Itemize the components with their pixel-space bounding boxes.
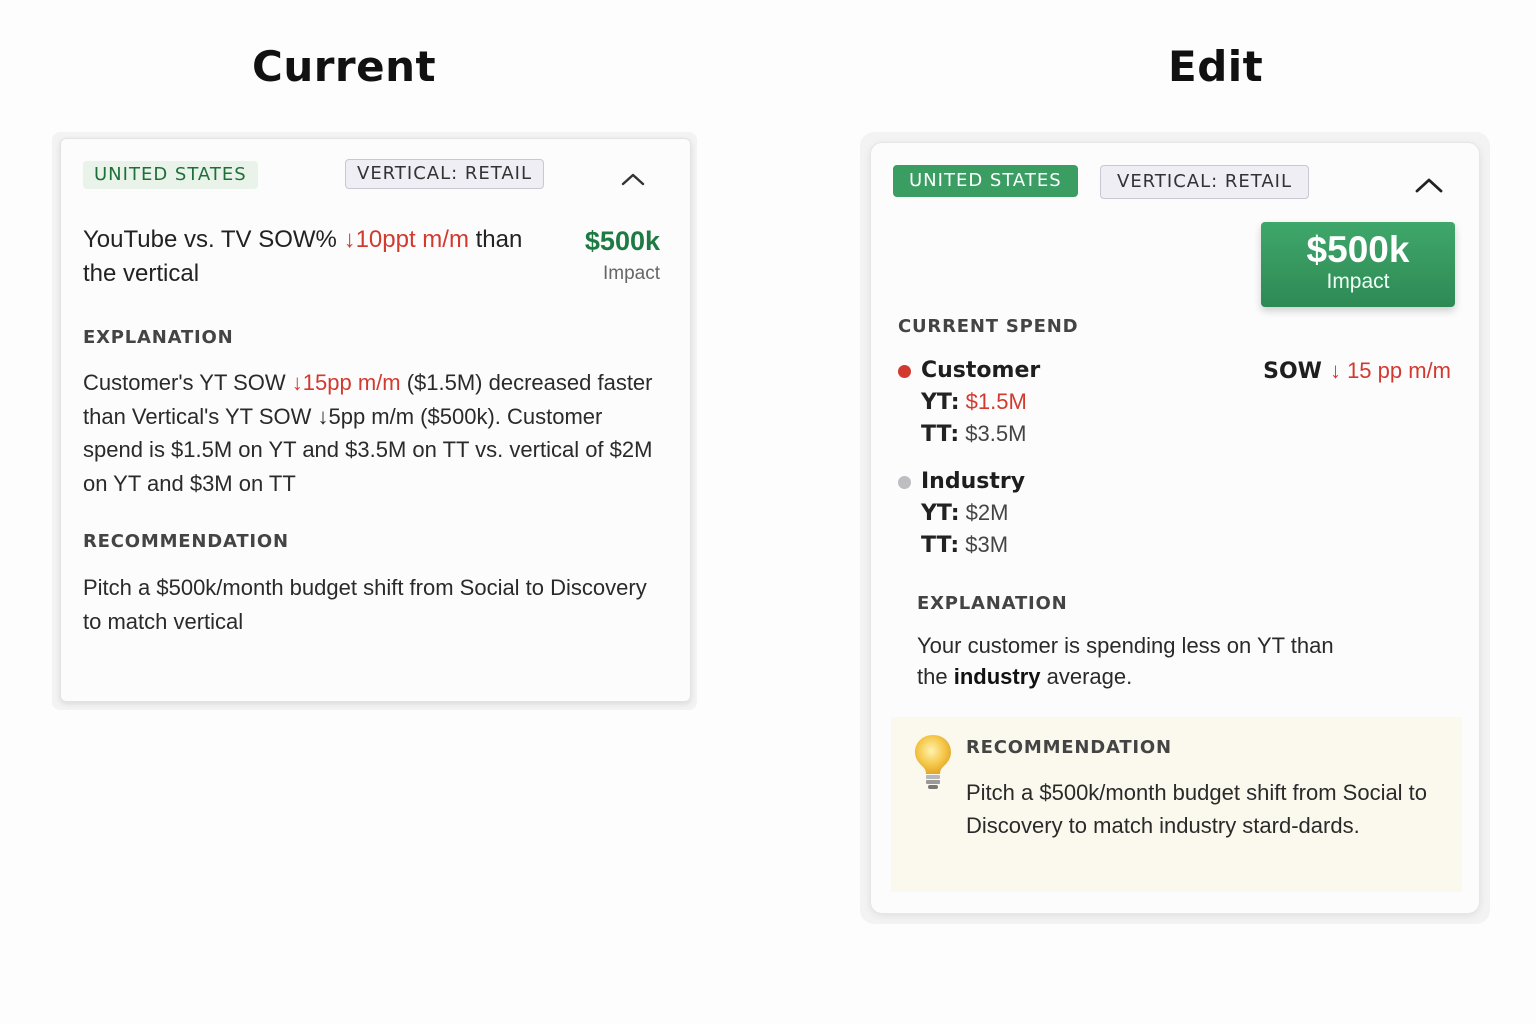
current-spend-label: CURRENT SPEND [898, 316, 1079, 337]
customer-yt-value: $1.5M [965, 389, 1027, 414]
industry-spend: Industry YT: $2M TT: $3M [898, 467, 1198, 561]
current-insight-card: UNITED STATES VERTICAL: RETAIL YouTube v… [60, 138, 691, 702]
customer-yt-line: YT: $1.5M [921, 386, 1198, 418]
vertical-chip: VERTICAL: RETAIL [1100, 165, 1310, 199]
impact-label: Impact [1326, 270, 1390, 293]
customer-dot-icon [898, 364, 911, 378]
industry-tt-label: TT: [921, 533, 960, 558]
customer-yt-label: YT: [921, 390, 960, 415]
sow-change-value: ↓ 15 pp m/m [1329, 358, 1451, 383]
explanation-prefix: Customer's YT SOW [83, 370, 292, 395]
industry-name-row: Industry [898, 467, 1198, 497]
sow-change: SOW ↓ 15 pp m/m [1263, 358, 1451, 384]
explanation-bold: industry [953, 664, 1041, 689]
chevron-up-icon[interactable] [621, 172, 645, 186]
explanation-text: Your customer is spending less on YT tha… [917, 630, 1337, 692]
headline-change: ↓10ppt m/m [343, 226, 469, 253]
customer-tt-line: TT: $3.5M [921, 418, 1198, 450]
customer-name-row: Customer [898, 356, 1198, 386]
edit-heading: Edit [1168, 42, 1264, 91]
customer-tt-value: $3.5M [965, 421, 1027, 446]
recommendation-label: RECOMMENDATION [966, 737, 1172, 758]
industry-name: Industry [921, 469, 1026, 494]
industry-tt-value: $3M [965, 532, 1009, 557]
explanation-label: EXPLANATION [83, 327, 234, 348]
lightbulb-icon [913, 733, 953, 791]
headline-prefix: YouTube vs. TV SOW% [83, 226, 344, 253]
impact-label: Impact [602, 263, 660, 284]
industry-yt-label: YT: [921, 501, 960, 526]
chevron-up-icon[interactable] [1415, 177, 1443, 193]
current-heading: Current [252, 42, 437, 91]
explanation-label: EXPLANATION [917, 593, 1068, 614]
industry-yt-line: YT: $2M [921, 497, 1198, 529]
explanation-text: Customer's YT SOW ↓15pp m/m ($1.5M) decr… [83, 366, 653, 500]
sow-label: SOW [1263, 359, 1322, 384]
insight-headline: YouTube vs. TV SOW% ↓10ppt m/m than the … [83, 223, 553, 291]
industry-dot-icon [898, 475, 911, 489]
recommendation-label: RECOMMENDATION [83, 531, 289, 552]
vertical-chip: VERTICAL: RETAIL [345, 159, 545, 189]
country-chip: UNITED STATES [893, 165, 1078, 197]
impact-value: $500k [1306, 229, 1410, 270]
edit-insight-card: UNITED STATES VERTICAL: RETAIL $500k Imp… [870, 142, 1480, 914]
customer-tt-label: TT: [921, 422, 960, 447]
industry-tt-line: TT: $3M [921, 529, 1198, 561]
customer-spend: Customer YT: $1.5M TT: $3.5M [898, 356, 1198, 450]
impact-summary: $500k Impact [585, 225, 660, 285]
recommendation-text: Pitch a $500k/month budget shift from So… [83, 575, 647, 634]
country-chip: UNITED STATES [83, 161, 258, 189]
industry-yt-value: $2M [965, 500, 1009, 525]
explanation-change: ↓15pp m/m [291, 370, 401, 395]
customer-name: Customer [921, 358, 1041, 383]
recommendation-text: Pitch a $500k/month budget shift from So… [966, 780, 1428, 838]
impact-badge: $500k Impact [1261, 222, 1455, 307]
impact-value: $500k [584, 226, 660, 256]
explanation-suffix: average. [1040, 664, 1133, 689]
recommendation-box: RECOMMENDATION Pitch a $500k/month budge… [891, 717, 1462, 892]
